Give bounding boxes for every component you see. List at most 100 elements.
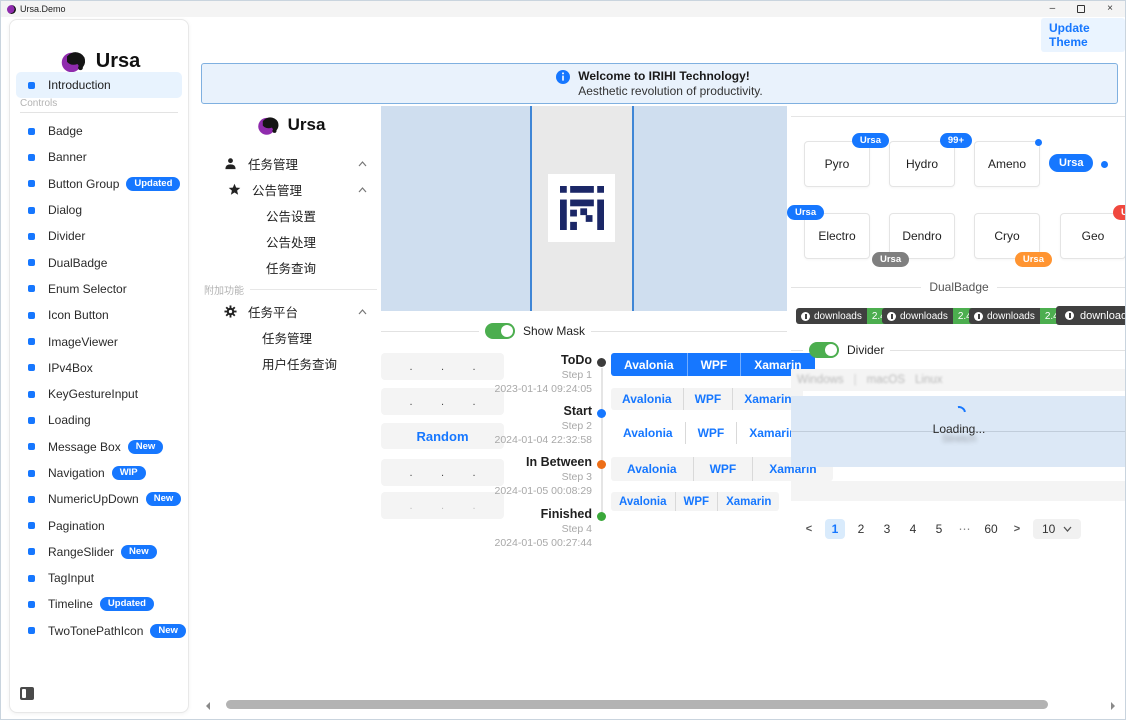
empty-bar (791, 481, 1126, 501)
ursa-badge-gray: Ursa (872, 252, 909, 267)
timeline-dot-in-between (597, 460, 606, 469)
sidebar-item-button-group[interactable]: Button GroupUpdated (16, 171, 186, 197)
wpf-button[interactable]: WPF (675, 492, 718, 511)
collapse-sidebar-icon[interactable] (20, 687, 34, 700)
bullet-icon (28, 364, 35, 371)
bullet-icon (28, 601, 35, 608)
sidebar-item-ipv4box[interactable]: IPv4Box (16, 355, 186, 381)
maximize-button[interactable] (1077, 5, 1085, 13)
dualbadge-divider: DualBadge (791, 280, 1126, 294)
chevron-down-icon (1063, 526, 1072, 532)
sidebar-item-imageviewer[interactable]: ImageViewer (16, 328, 186, 354)
titlebar: Ursa.Demo – × (1, 1, 1126, 17)
divider-line (997, 287, 1126, 288)
bullet-icon (28, 470, 35, 477)
sidebar-item-timeline[interactable]: TimelineUpdated (16, 591, 186, 617)
bullet-icon (28, 207, 35, 214)
scrollbar-thumb[interactable] (226, 700, 1048, 709)
info-icon (1065, 311, 1074, 320)
status-badge: Updated (126, 177, 180, 191)
next-page-button[interactable]: > (1007, 519, 1027, 539)
sidebar-item-pagination[interactable]: Pagination (16, 512, 186, 538)
sidebar-item-taginput[interactable]: TagInput (16, 565, 186, 591)
badge-card-ameno: Ameno (974, 141, 1040, 187)
menu-item-task-management-2[interactable]: 任务管理 (201, 324, 379, 350)
sidebar-item-loading[interactable]: Loading (16, 407, 186, 433)
menu-item-announcement-handling[interactable]: 公告处理 (201, 228, 379, 254)
menu-item-task-query[interactable]: 任务查询 (201, 254, 379, 280)
menu-item-task-management[interactable]: 任务管理 (201, 150, 379, 176)
sidebar-item-keygestureinput[interactable]: KeyGestureInput (16, 381, 186, 407)
menu-item-announcement-settings[interactable]: 公告设置 (201, 202, 379, 228)
ursa-badge: Ursa (852, 133, 889, 148)
image-viewer[interactable] (381, 106, 787, 311)
menu-item-task-platform[interactable]: 任务平台 (201, 298, 379, 324)
page-button-1[interactable]: 1 (825, 519, 845, 539)
nav-menu-panel: Ursa 任务管理 公告管理 公告设置 (201, 106, 379, 666)
app-logo-icon (7, 5, 16, 14)
bullet-icon (28, 627, 35, 634)
badge-card-dendro: Dendro Ursa (889, 213, 955, 259)
sidebar-item-dualbadge[interactable]: DualBadge (16, 249, 186, 275)
bullet-icon (28, 496, 35, 503)
sidebar-item-badge[interactable]: Badge (16, 118, 186, 144)
avalonia-button[interactable]: Avalonia (611, 422, 685, 444)
menu-item-user-task-query[interactable]: 用户任务查询 (201, 350, 379, 376)
scroll-left-arrow-icon[interactable] (206, 702, 210, 710)
page-size-select[interactable]: 10 (1033, 519, 1081, 539)
bullet-icon (28, 575, 35, 582)
sidebar-item-banner[interactable]: Banner (16, 144, 186, 170)
sidebar-item-twotonepathicon[interactable]: TwoTonePathIconNew (16, 618, 186, 644)
menu-item-announcement-management[interactable]: 公告管理 (201, 176, 379, 202)
dual-badge-large: downloads 2.4k (1056, 306, 1126, 325)
avalonia-button[interactable]: Avalonia (611, 388, 683, 410)
sidebar-item-message-box[interactable]: Message BoxNew (16, 434, 186, 460)
status-badge: New (146, 492, 182, 506)
page-button-3[interactable]: 3 (877, 519, 897, 539)
button-group-soft: Avalonia WPF Xamarin (611, 388, 803, 410)
sidebar-item-dialog[interactable]: Dialog (16, 197, 186, 223)
button-group-borderless: Avalonia WPF Xamarin (611, 422, 809, 444)
viewer-mask-right (632, 106, 787, 311)
avalonia-button[interactable]: Avalonia (611, 353, 687, 376)
window-title: Ursa.Demo (20, 4, 66, 14)
avalonia-button[interactable]: Avalonia (611, 492, 675, 511)
nav-logo-text: Ursa (288, 115, 326, 135)
right-panel: Pyro Ursa Hydro 99+ Ameno Ursa Electro U… (791, 106, 1126, 556)
sidebar-item-introduction[interactable]: Introduction (16, 72, 182, 98)
sidebar-items: Badge Banner Button GroupUpdated Dialog … (16, 118, 186, 644)
wpf-button[interactable]: WPF (683, 388, 733, 410)
sidebar-item-rangeslider[interactable]: RangeSliderNew (16, 539, 186, 565)
wpf-button[interactable]: WPF (693, 457, 753, 481)
xamarin-button[interactable]: Xamarin (717, 492, 779, 511)
status-badge: New (150, 624, 186, 638)
horizontal-scrollbar[interactable] (201, 699, 1125, 713)
scroll-right-arrow-icon[interactable] (1111, 702, 1115, 710)
page-button-2[interactable]: 2 (851, 519, 871, 539)
sidebar-item-enum-selector[interactable]: Enum Selector (16, 276, 186, 302)
timeline-connector-line (601, 368, 603, 520)
page-button-60[interactable]: 60 (981, 519, 1001, 539)
avalonia-button[interactable]: Avalonia (611, 457, 693, 481)
status-badge: New (121, 545, 157, 559)
wpf-button[interactable]: WPF (685, 422, 737, 444)
badge-card-cryo: Cryo Ursa (974, 213, 1040, 259)
minimize-button[interactable]: – (1050, 4, 1056, 14)
sidebar-item-icon-button[interactable]: Icon Button (16, 302, 186, 328)
divider-toggle[interactable] (809, 342, 839, 358)
show-mask-toggle[interactable] (485, 323, 515, 339)
sidebar-item-divider[interactable]: Divider (16, 223, 186, 249)
bullet-icon (28, 312, 35, 319)
close-button[interactable]: × (1107, 4, 1113, 14)
page-button-4[interactable]: 4 (903, 519, 923, 539)
update-theme-button[interactable]: Update Theme (1041, 18, 1125, 52)
wpf-button[interactable]: WPF (687, 353, 741, 376)
prev-page-button[interactable]: < (799, 519, 819, 539)
page-button-5[interactable]: 5 (929, 519, 949, 539)
bullet-icon (28, 548, 35, 555)
timeline-entry: Start Step 2 2024-01-04 22:32:58 (431, 404, 592, 447)
sidebar-item-numericupdown[interactable]: NumericUpDownNew (16, 486, 186, 512)
sidebar-item-navigation[interactable]: NavigationWIP (16, 460, 186, 486)
info-icon (801, 312, 810, 321)
standalone-ursa-badge: Ursa (1049, 154, 1093, 172)
